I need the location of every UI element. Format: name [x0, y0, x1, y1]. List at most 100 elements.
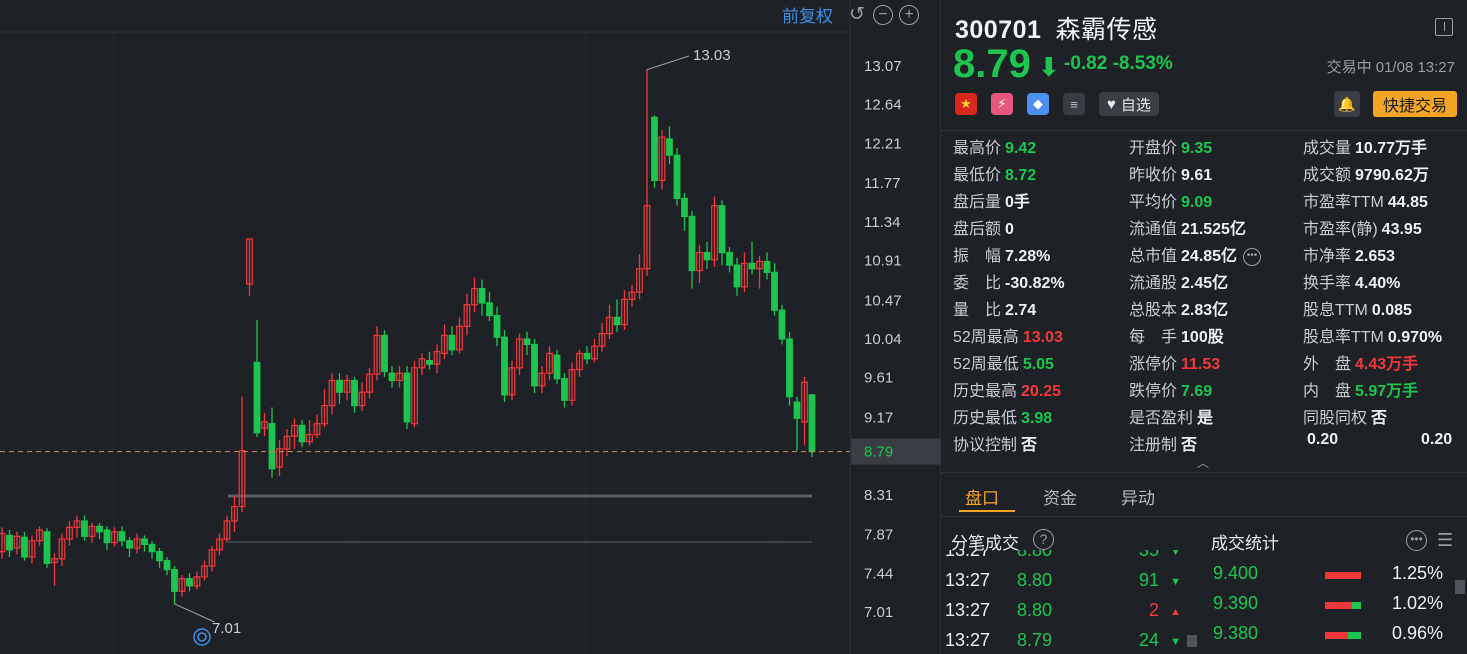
- field-row: 最高价 9.42 开盘价 9.35 成交量 10.77万手: [953, 134, 1463, 161]
- field-row: 振 幅 7.28% 总市值 24.85亿 ••• 市净率 2.653: [953, 242, 1463, 269]
- candle-body: [748, 262, 756, 270]
- field-value: 11.53: [1181, 356, 1221, 373]
- field-row: 52周最低 5.05 涨停价 11.53 外 盘 4.43万手: [953, 350, 1463, 377]
- zoom-out-icon[interactable]: −: [873, 4, 893, 25]
- field-value: 24.85亿: [1181, 248, 1238, 265]
- more-options-icon[interactable]: •••: [1406, 530, 1427, 551]
- tick-row: 13:27 8.80 35 ▼: [945, 550, 1185, 570]
- divider: [941, 472, 1467, 473]
- candle-body: [426, 360, 433, 365]
- tick-price: 8.80: [1017, 600, 1053, 620]
- y-tick-label: 9.61: [864, 370, 893, 387]
- divider: [941, 130, 1467, 131]
- kline-chart[interactable]: 13.07 12.64 12.21 11.77 11.34 10.91 10.47 10.04…: [0, 0, 940, 654]
- chart-toolbar: 前复权 ↺ − +: [782, 2, 919, 27]
- panel-layout-icon[interactable]: [1435, 18, 1453, 36]
- field-cell: 盘后量 0手: [953, 188, 1030, 212]
- field-cell: 成交量 10.77万手: [1303, 134, 1427, 158]
- candle-body: [126, 540, 133, 549]
- quick-trade-button[interactable]: 快捷交易: [1373, 91, 1457, 117]
- tick-time: 13:27: [945, 550, 991, 560]
- field-cell: 股息率TTM 0.970%: [1303, 323, 1442, 347]
- tab-anomaly[interactable]: 异动: [1121, 484, 1155, 509]
- field-cell: 同股同权否: [1303, 404, 1387, 428]
- detail-tabs: 盘口 资金 异动: [965, 484, 1155, 509]
- field-cell: 流通股 2.45亿: [1129, 269, 1228, 293]
- heart-icon: ♥: [1107, 95, 1116, 113]
- field-value: 2.74: [1005, 302, 1037, 319]
- field-value: 0.20: [1307, 431, 1339, 448]
- badge-row: ★ ⚡ ◆ ≡ ♥ 自选: [955, 92, 1159, 116]
- field-cell: 最高价 9.42: [953, 134, 1036, 158]
- field-label: 历史最高: [953, 383, 1018, 400]
- down-arrow-icon: ⬇: [1038, 52, 1060, 82]
- active-tab-underline: [959, 510, 1015, 512]
- candle-body: [771, 271, 778, 311]
- tick-list[interactable]: 13:27 8.80 35 ▼ 13:27 8.80 91 ▼ 13:27 8.80 2 ▲ 13:27…: [945, 550, 1185, 648]
- field-cell: 内 盘 5.97万手: [1303, 377, 1418, 401]
- field-value: 0: [1005, 221, 1014, 238]
- kline-chart-panel[interactable]: 13.07 12.64 12.21 11.77 11.34 10.91 10.47 10.04…: [0, 0, 940, 654]
- candle-body: [651, 116, 658, 182]
- reset-icon[interactable]: ↺: [847, 4, 867, 25]
- candle-body: [673, 154, 681, 200]
- candle-body: [486, 302, 493, 317]
- zoom-in-icon[interactable]: +: [899, 4, 919, 25]
- stats-row: 9.400 1.25%: [1211, 563, 1447, 593]
- tab-order-book[interactable]: 盘口: [965, 484, 999, 509]
- candle-body: [531, 343, 538, 387]
- china-flag-icon: ★: [955, 93, 977, 115]
- volume-stats-list[interactable]: 9.400 1.25% 9.390 1.02% 9.380 0.96%: [1211, 563, 1447, 653]
- adjust-mode-button[interactable]: 前复权: [782, 2, 833, 27]
- stock-header: 300701 森霸传感: [955, 10, 1157, 46]
- field-value: 否: [1021, 437, 1038, 454]
- stats-percent: 1.25%: [1391, 563, 1443, 583]
- y-tick-label: 7.44: [864, 565, 893, 582]
- field-label: 股息TTM: [1303, 302, 1368, 319]
- stats-percent: 1.02%: [1391, 593, 1443, 613]
- last-price: 8.79: [953, 42, 1031, 86]
- alert-bell-icon[interactable]: 🔔: [1334, 91, 1360, 117]
- field-row: 量 比 2.74 总股本 2.83亿 股息TTM 0.085: [953, 296, 1463, 323]
- field-row: 最低价 8.72 昨收价 9.61 成交额 9790.62万: [953, 161, 1463, 188]
- candle-body: [103, 529, 111, 544]
- tag-icon[interactable]: ◆: [1027, 93, 1049, 115]
- field-cell: 昨收价 9.61: [1129, 161, 1212, 185]
- lightning-icon[interactable]: ⚡: [991, 93, 1013, 115]
- stats-scrollbar[interactable]: [1455, 580, 1465, 594]
- tick-row: 13:27 8.80 91 ▼: [945, 570, 1185, 600]
- candle-body: [703, 251, 711, 261]
- field-label: 股息率TTM: [1303, 329, 1384, 346]
- field-value: 0.20: [1421, 431, 1453, 448]
- collapse-chevron-icon[interactable]: ︿: [1197, 454, 1209, 471]
- more-icon[interactable]: •••: [1243, 247, 1262, 266]
- field-cell: 是否盈利是: [1129, 404, 1213, 428]
- tick-list-scrollbar[interactable]: [1187, 635, 1197, 647]
- y-tick-label: 11.34: [864, 214, 900, 231]
- tick-row: 13:27 8.79 24 ▼: [945, 630, 1185, 648]
- tab-capital[interactable]: 资金: [1043, 484, 1077, 509]
- help-icon[interactable]: ?: [1033, 529, 1054, 550]
- field-cell: 平均价 9.09: [1129, 188, 1212, 212]
- field-value: 8.72: [1005, 167, 1037, 184]
- field-value: 43.95: [1381, 221, 1422, 238]
- field-label: 注册制: [1129, 437, 1178, 454]
- y-tick-label: 10.47: [864, 292, 902, 309]
- tick-volume: 91: [1138, 570, 1159, 590]
- tick-time: 13:27: [945, 570, 991, 590]
- list-view-icon[interactable]: ☰: [1437, 530, 1457, 550]
- field-value: 2.83亿: [1181, 302, 1229, 319]
- field-row: 盘后额 0 流通值 21.525亿 市盈率(静) 43.95: [953, 215, 1463, 242]
- candle-body: [718, 205, 726, 254]
- watchlist-label: 自选: [1120, 96, 1151, 114]
- field-label: 换手率: [1303, 275, 1352, 292]
- stock-code: 300701: [955, 16, 1042, 44]
- field-row: 52周最高 13.03 每 手 100股 股息率TTM 0.970%: [953, 323, 1463, 350]
- watchlist-button[interactable]: ♥ 自选: [1099, 92, 1159, 116]
- candle-body: [268, 423, 276, 470]
- field-cell: 总股本 2.83亿: [1129, 296, 1228, 320]
- notes-icon[interactable]: ≡: [1063, 93, 1085, 115]
- candle-body: [666, 138, 673, 156]
- candle-body: [561, 378, 568, 401]
- candle-body: [553, 354, 561, 380]
